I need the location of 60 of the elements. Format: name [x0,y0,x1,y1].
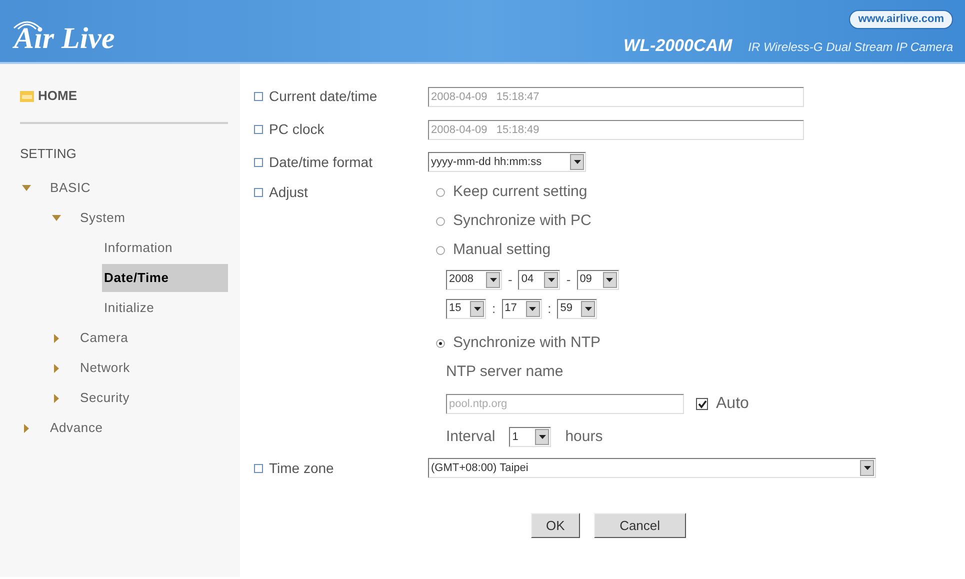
website-link[interactable]: www.airlive.com [849,10,953,28]
dropdown[interactable]: 15 [446,298,486,318]
tree-item[interactable]: Security [76,388,134,408]
tree-item[interactable]: Advance [46,418,107,438]
home-folder-icon [20,90,34,102]
radio-label: Synchronize with PC [453,211,592,232]
radio-label: Synchronize with NTP [453,333,601,354]
dropdown[interactable]: 09 [576,270,619,290]
dialog-button[interactable]: Cancel [594,513,686,538]
field-label: Adjust [269,183,308,202]
radio-button[interactable] [436,188,445,197]
square-bullet-icon [254,125,263,134]
tree-item[interactable]: System [76,208,130,228]
radio-label: Manual setting [453,240,551,260]
separator: - [566,270,571,289]
field-label: Interval [446,426,496,447]
square-bullet-icon [254,158,263,166]
dropdown[interactable]: (GMT+08:00) Taipei [428,458,876,478]
radio-button[interactable] [436,339,445,348]
square-bullet-icon [254,92,263,101]
checkbox[interactable] [696,398,708,410]
field-label: Time zone [269,458,334,478]
product-description: IR Wireless-G Dual Stream IP Camera [748,39,953,56]
dropdown[interactable]: 17 [502,298,542,318]
dropdown[interactable]: 59 [557,298,598,318]
dialog-button[interactable]: OK [531,513,580,538]
expanded-triangle-icon[interactable] [52,214,61,222]
separator: - [508,270,512,289]
expanded-triangle-icon[interactable] [22,184,31,192]
radio-label: Keep current setting [453,182,588,202]
field-label: Date/time format [269,152,372,172]
field-label: Current date/time [269,87,378,106]
collapsed-triangle-icon[interactable] [52,394,61,402]
unit-label: hours [565,426,603,447]
section-heading: SETTING [20,144,78,162]
collapsed-triangle-icon[interactable] [52,364,61,372]
checkbox-label: Auto [716,394,749,414]
tree-item[interactable]: BASIC [46,178,95,198]
dropdown[interactable]: 1 [509,427,552,447]
square-bullet-icon [254,188,263,197]
tree-item[interactable]: Camera [76,328,132,348]
square-bullet-icon [254,464,263,472]
tree-item[interactable]: Information [102,234,228,262]
field-label: PC clock [269,120,324,139]
tree-item[interactable]: Initialize [102,294,228,322]
model-name: WL-2000CAM [624,34,732,56]
field-label: NTP server name [445,362,564,382]
dropdown[interactable]: 2008 [446,270,502,290]
separator: : [548,300,552,318]
collapsed-triangle-icon[interactable] [22,424,31,432]
tree-item[interactable]: Date/Time [102,264,228,292]
collapsed-triangle-icon[interactable] [52,334,61,342]
dropdown[interactable]: 04 [518,270,560,290]
logo: Air Live [14,24,115,54]
radio-button[interactable] [436,246,445,255]
home-link[interactable]: HOME [38,86,77,106]
dropdown[interactable]: yyyy-mm-dd hh:mm:ss [428,152,586,172]
tree-item[interactable]: Network [76,358,134,378]
radio-button[interactable] [436,217,445,226]
separator: : [492,300,496,318]
